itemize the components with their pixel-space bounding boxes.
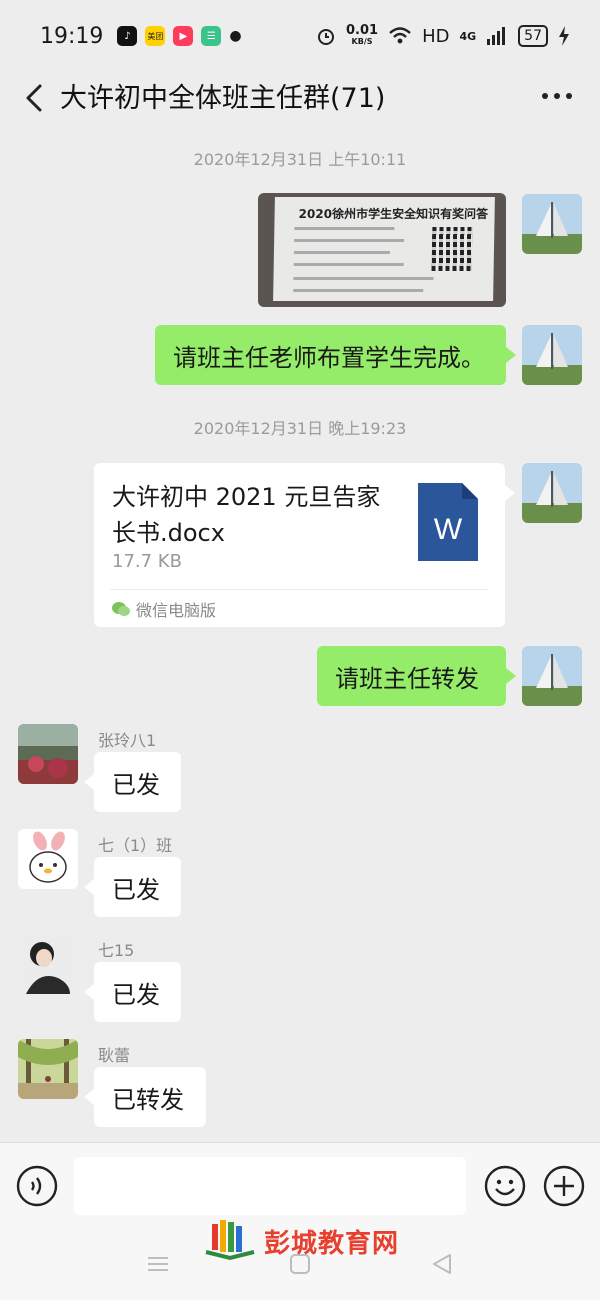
back-nav-icon[interactable] (428, 1250, 456, 1278)
status-right: 0.01 KB/S HD 4G 57 (316, 23, 570, 47)
file-source: 微信电脑版 (112, 597, 216, 621)
my-avatar[interactable] (522, 194, 582, 254)
signal-icon (487, 27, 506, 45)
file-name: 大许初中 2021 元旦告家长书.docx (112, 483, 381, 547)
menu-nav-icon[interactable] (144, 1250, 172, 1278)
alarm-icon (318, 29, 334, 45)
qr-code (431, 227, 473, 271)
notification-icons: ♪ 美团 ▶ ☰ ● (117, 26, 242, 46)
doc-text-line (294, 227, 395, 230)
sender-name: 七15 (98, 941, 135, 960)
net-speed-value: 0.01 (346, 23, 379, 38)
doc-text-line (293, 277, 434, 280)
video-app-icon: ▶ (173, 26, 194, 46)
doc-text-line (294, 239, 405, 242)
charging-icon (559, 26, 569, 46)
sender-avatar[interactable] (18, 934, 78, 994)
wifi-icon (389, 27, 411, 44)
net-speed: 0.01 KB/S (346, 23, 379, 47)
word-document-icon: W (418, 483, 478, 561)
doc-text-line (293, 251, 390, 254)
sender-name: 七（1）班 (98, 836, 173, 855)
battery-level: 57 (518, 25, 548, 47)
watermark-book-icon (205, 1220, 255, 1261)
home-nav-icon[interactable] (286, 1250, 314, 1278)
my-avatar[interactable] (522, 463, 582, 523)
sender-avatar[interactable] (18, 829, 78, 889)
my-avatar[interactable] (522, 646, 582, 706)
my-avatar[interactable] (522, 325, 582, 385)
emoji-icon[interactable] (484, 1165, 526, 1207)
file-card-divider (110, 589, 489, 590)
doc-text-line (293, 289, 424, 292)
sender-avatar[interactable] (18, 724, 78, 784)
chat-header: 大许初中全体班主任群(71) (0, 72, 600, 130)
file-size: 17.7 KB (112, 551, 182, 572)
wechat-pc-icon (112, 602, 130, 616)
status-time: 19:19 (40, 23, 104, 49)
more-options-icon[interactable] (540, 84, 574, 108)
file-source-label: 微信电脑版 (136, 601, 217, 620)
status-bar: 19:19 ♪ 美团 ▶ ☰ ● 0.01 KB/S HD 4G 57 (0, 0, 600, 72)
sender-name: 耿蕾 (98, 1046, 131, 1065)
sender-name: 张玲八1 (98, 731, 157, 750)
sender-avatar[interactable] (18, 1039, 78, 1099)
net-speed-unit: KB/S (351, 37, 373, 46)
photographed-document: 2020徐州市学生安全知识有奖问答 (273, 197, 495, 301)
store-app-icon: ☰ (201, 26, 222, 46)
incoming-text-message[interactable]: 已发 (84, 752, 181, 812)
network-type: 4G (459, 29, 477, 43)
plus-icon[interactable] (543, 1165, 585, 1207)
chat-title: 大许初中全体班主任群(71) (60, 83, 386, 114)
incoming-text-message[interactable]: 已发 (84, 962, 181, 1022)
image-document-title: 2020徐州市学生安全知识有奖问答 (298, 207, 489, 221)
back-arrow-icon[interactable] (20, 78, 48, 118)
word-icon-letter: W (434, 513, 463, 546)
more-notifications-dot: ● (229, 28, 242, 44)
image-message[interactable]: 2020徐州市学生安全知识有奖问答 (258, 193, 506, 307)
doc-text-line (293, 263, 404, 266)
incoming-text-message[interactable]: 已发 (84, 857, 181, 917)
message-timestamp: 2020年12月31日 晚上19:23 (193, 419, 407, 438)
outgoing-text-message[interactable]: 请班主任老师布置学生完成。 (155, 325, 516, 385)
outgoing-text-message[interactable]: 请班主任转发 (317, 646, 516, 706)
watermark-text: 彭城教育网 (264, 1228, 400, 1259)
voice-input-icon[interactable] (16, 1165, 58, 1207)
message-timestamp: 2020年12月31日 上午10:11 (193, 150, 407, 169)
tiktok-icon: ♪ (117, 26, 138, 46)
hd-indicator: HD (422, 25, 450, 47)
message-input[interactable] (74, 1157, 466, 1215)
file-message-card[interactable]: 大许初中 2021 元旦告家长书.docx 17.7 KB W 微信电脑版 (94, 463, 515, 627)
meituan-icon: 美团 (145, 26, 166, 46)
incoming-text-message[interactable]: 已转发 (84, 1067, 206, 1127)
